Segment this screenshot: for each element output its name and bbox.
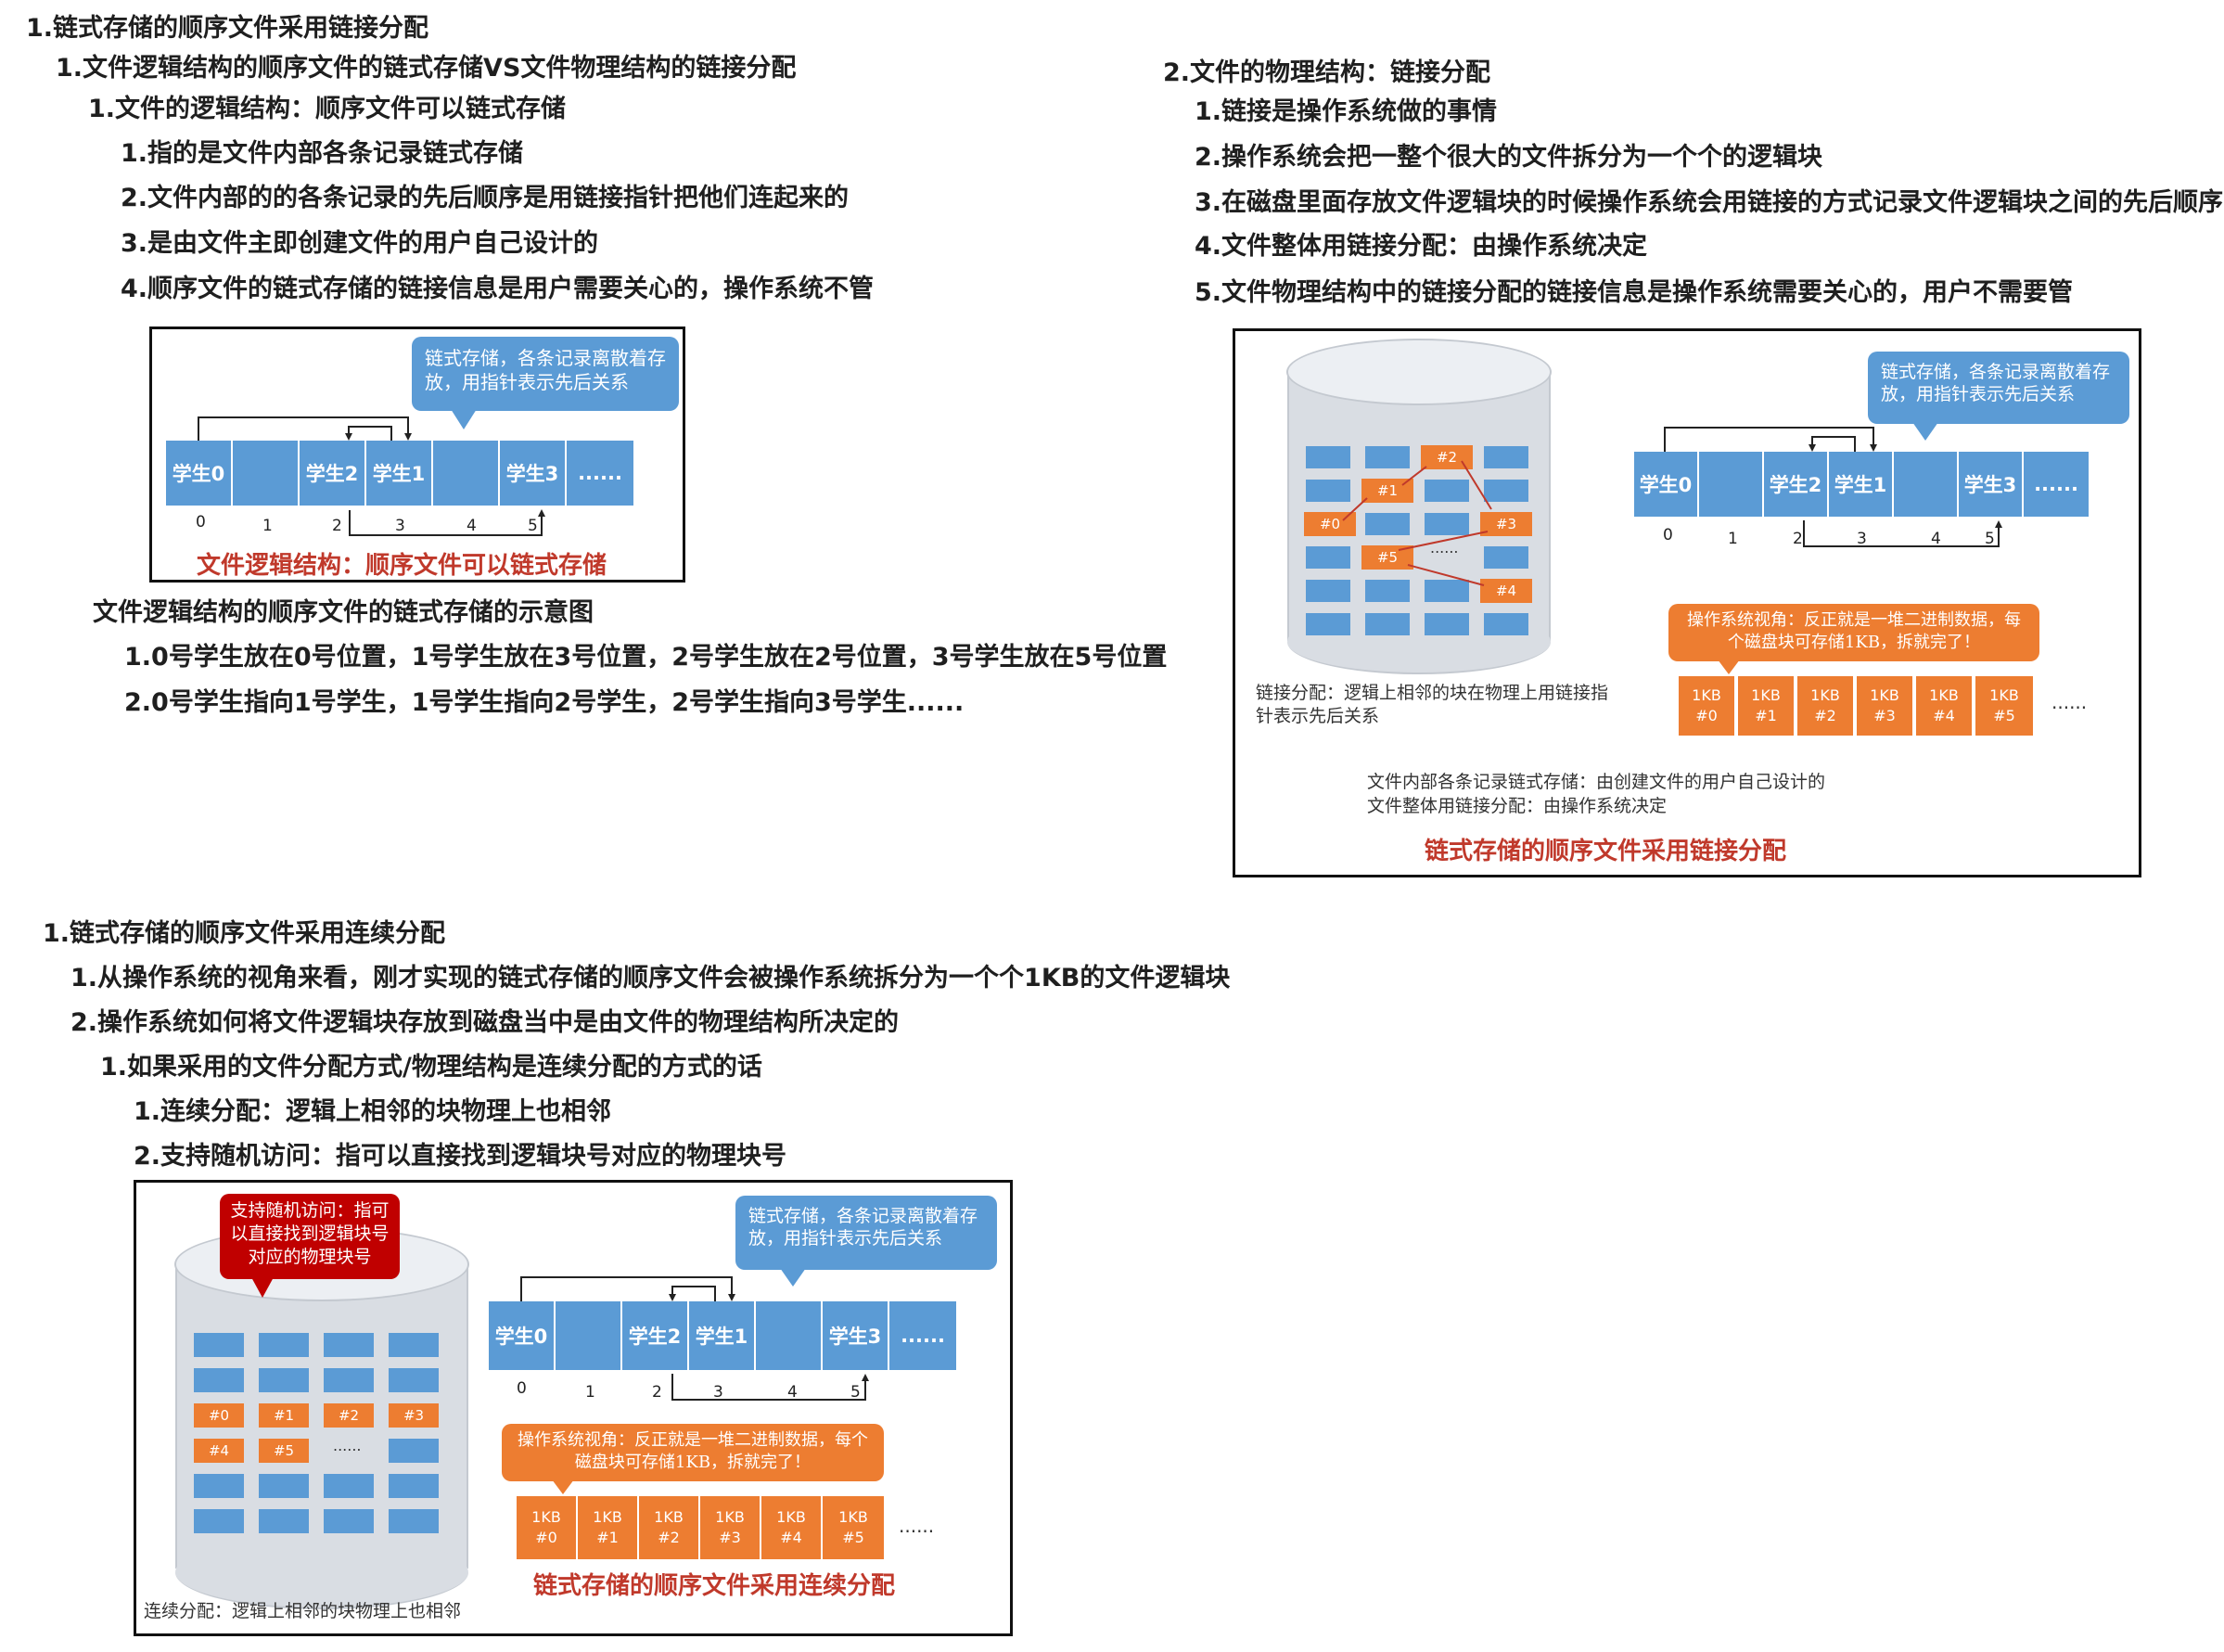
index-label: 3 [395,517,405,535]
kb-dots: ...... [899,1515,935,1537]
figure-caption: 文件逻辑结构：顺序文件可以链式存储 [197,552,607,580]
kb-id: #2 [1814,707,1836,724]
kb-size: 1KB [593,1508,622,1526]
index-label: 0 [196,513,206,531]
outline-a-l3: 1.文件的逻辑结构：顺序文件可以链式存储 [88,95,567,123]
kb-size: 1KB [531,1508,561,1526]
kb-block: 1KB #4 [761,1496,823,1559]
kb-block: 1KB #0 [517,1496,578,1559]
kb-size: 1KB [1751,686,1781,704]
kb-size: 1KB [654,1508,684,1526]
kb-block: 1KB #1 [1738,676,1796,736]
figure-linked-allocation: #0 #1 #2 #3 #4 #5 ...... 链接分配：逻辑上相邻的块在物理… [1233,328,2141,877]
kb-size: 1KB [838,1508,868,1526]
outline-a-item: 4.顺序文件的链式存储的链接信息是用户需要关心的，操作系统不管 [121,275,875,303]
outline-a-item: 3.是由文件主即创建文件的用户自己设计的 [121,229,599,258]
bubble-tail [1718,660,1740,674]
figure-note: 文件整体用链接分配：由操作系统决定 [1367,796,1668,816]
kb-size: 1KB [1810,686,1840,704]
index-label: 1 [585,1383,595,1402]
kb-id: #5 [1993,707,2015,724]
diagram-title: 文件逻辑结构的顺序文件的链式存储的示意图 [93,598,594,627]
figure-logical-structure: 链式存储，各条记录离散着存放，用指针表示先后关系 学生0 学生2 学生1 学生3… [149,327,685,583]
kb-id: #0 [535,1529,557,1546]
outline-b-item: 3.在磁盘里面存放文件逻辑块的时候操作系统会用链接的方式记录文件逻辑块之间的先后… [1195,188,2224,217]
kb-id: #3 [1873,707,1896,724]
outline-c-item: 1.从操作系统的视角来看，刚才实现的链式存储的顺序文件会被操作系统拆分为一个个1… [70,964,1231,992]
figure-caption: 链式存储的顺序文件采用连续分配 [533,1572,896,1600]
outline-a-l1: 1.链式存储的顺序文件采用链接分配 [26,14,429,43]
index-label: 4 [787,1383,798,1402]
kb-block: 1KB #2 [1797,676,1855,736]
index-label: 2 [1793,530,1803,548]
kb-size: 1KB [715,1508,745,1526]
kb-size: 1KB [1870,686,1899,704]
outline-b-item: 1.链接是操作系统做的事情 [1195,97,1498,126]
figure-contiguous-allocation: #0 #1 #2 #3 #4 #5 ...... 支持随机访问：指可以直接找到逻… [134,1180,1013,1636]
kb-id: #1 [596,1529,619,1546]
index-label: 2 [652,1383,662,1402]
index-label: 5 [528,517,538,535]
outline-c-subitem: 1.连续分配：逻辑上相邻的块物理上也相邻 [134,1097,612,1126]
kb-block: 1KB #5 [823,1496,884,1559]
outline-a-l2: 1.文件逻辑结构的顺序文件的链式存储VS文件物理结构的链接分配 [56,54,797,83]
kb-size: 1KB [1692,686,1721,704]
index-label: 1 [262,517,273,535]
figure-note: 文件内部各条记录链式存储：由创建文件的用户自己设计的 [1367,772,1826,792]
kb-block: 1KB #2 [639,1496,700,1559]
diagram-item: 1.0号学生放在0号位置，1号学生放在3号位置，2号学生放在2号位置，3号学生放… [124,643,1168,672]
kb-size: 1KB [1929,686,1959,704]
outline-c-sub: 1.如果采用的文件分配方式/物理结构是连续分配的方式的话 [100,1053,762,1082]
outline-c-title: 1.链式存储的顺序文件采用连续分配 [43,919,446,948]
kb-id: #4 [780,1529,802,1546]
diagram-item: 2.0号学生指向1号学生，1号学生指向2号学生，2号学生指向3号学生...... [124,688,965,717]
bubble-tail [552,1479,574,1494]
kb-id: #2 [658,1529,680,1546]
index-label: 5 [850,1383,861,1402]
kb-strip: 1KB #0 1KB #1 1KB #2 1KB #3 1KB #4 1KB #5 [1679,676,2040,736]
index-label: 3 [1857,530,1867,548]
kb-block: 1KB #0 [1679,676,1736,736]
kb-id: #5 [842,1529,864,1546]
os-view-bubble: 操作系统视角：反正就是一堆二进制数据，每个磁盘块可存储1KB，拆就完了！ [502,1424,884,1481]
kb-block: 1KB #1 [578,1496,639,1559]
kb-block: 1KB #3 [1857,676,1914,736]
figure-caption: 链式存储的顺序文件采用链接分配 [1425,838,1787,865]
kb-block: 1KB #5 [1975,676,2033,736]
outline-b-title: 2.文件的物理结构：链接分配 [1163,58,1491,87]
kb-dots: ...... [2051,691,2088,713]
kb-block: 1KB #4 [1916,676,1974,736]
kb-id: #0 [1695,707,1718,724]
index-label: 3 [713,1383,723,1402]
kb-size: 1KB [1989,686,2019,704]
index-label: 4 [467,517,477,535]
index-label: 0 [517,1379,527,1398]
kb-block: 1KB #3 [700,1496,761,1559]
os-view-bubble: 操作系统视角：反正就是一堆二进制数据，每个磁盘块可存储1KB，拆就完了！ [1668,604,2039,661]
index-label: 4 [1931,530,1941,548]
outline-b-item: 4.文件整体用链接分配：由操作系统决定 [1195,232,1648,261]
outline-a-item: 1.指的是文件内部各条记录链式存储 [121,139,524,168]
outline-b-item: 2.操作系统会把一整个很大的文件拆分为一个个的逻辑块 [1195,143,1823,172]
kb-id: #3 [719,1529,741,1546]
outline-b-item: 5.文件物理结构中的链接分配的链接信息是操作系统需要关心的，用户不需要管 [1195,278,2074,307]
kb-size: 1KB [776,1508,806,1526]
index-label: 5 [1985,530,1995,548]
kb-id: #1 [1755,707,1777,724]
outline-a-item: 2.文件内部的的各条记录的先后顺序是用链接指针把他们连起来的 [121,184,850,212]
outline-c-item: 2.操作系统如何将文件逻辑块存放到磁盘当中是由文件的物理结构所决定的 [70,1008,900,1037]
index-label: 0 [1663,526,1673,544]
index-label: 2 [332,517,342,535]
outline-c-subitem: 2.支持随机访问：指可以直接找到逻辑块号对应的物理块号 [134,1142,787,1171]
kb-id: #4 [1933,707,1955,724]
kb-strip: 1KB #0 1KB #1 1KB #2 1KB #3 1KB #4 1KB #5 [517,1496,888,1559]
index-label: 1 [1728,530,1738,548]
